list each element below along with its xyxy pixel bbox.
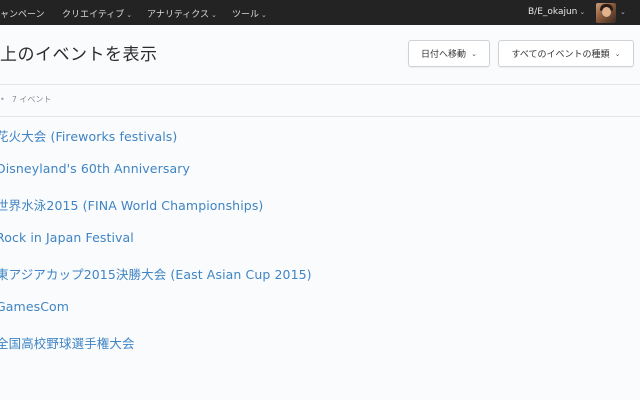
avatar-face (602, 7, 611, 17)
event-link-fina[interactable]: 世界水泳2015 (FINA World Championships) (0, 195, 636, 230)
chevron-down-icon: ⌄ (211, 11, 217, 19)
go-to-date-button[interactable]: 日付へ移動 ⌄ (408, 40, 490, 67)
event-link-rock-in-japan[interactable]: Rock in Japan Festival (0, 230, 636, 265)
chevron-down-icon: ⌄ (471, 49, 477, 58)
avatar[interactable] (596, 3, 616, 23)
page-title: 上のイベントを表示 (0, 45, 158, 65)
nav-item-label: アナリティクス (147, 10, 210, 20)
nav-item-label: ャンペーン (0, 10, 45, 20)
event-link-disneyland[interactable]: Disneyland's 60th Anniversary (0, 161, 636, 196)
list-divider (0, 116, 640, 117)
event-count-row: • 7 イベント (0, 94, 51, 105)
nav-item-tools[interactable]: ツール ⌄ (232, 7, 267, 20)
chevron-down-icon: ⌄ (579, 8, 586, 16)
account-menu[interactable]: B/E_okajun ⌄ (528, 7, 585, 17)
event-count: 7 イベント (11, 95, 52, 104)
go-to-date-label: 日付へ移動 (421, 50, 467, 60)
event-link-koshien[interactable]: 全国高校野球選手権大会 (0, 333, 636, 368)
nav-item-analytics[interactable]: アナリティクス ⌄ (147, 7, 217, 20)
event-type-filter-label: すべてのイベントの種類 (511, 50, 610, 60)
event-link-fireworks[interactable]: 花火大会 (Fireworks festivals) (0, 126, 636, 161)
event-type-filter-button[interactable]: すべてのイベントの種類 ⌄ (498, 40, 634, 67)
chevron-down-icon[interactable]: ⌄ (620, 8, 626, 16)
chevron-down-icon: ⌄ (261, 11, 267, 19)
account-name: B/E_okajun (528, 7, 578, 17)
top-navigation-bar: ャンペーン クリエイティブ ⌄ アナリティクス ⌄ ツール ⌄ B/E_okajun ⌄… (0, 0, 640, 25)
chevron-down-icon: ⌄ (614, 49, 621, 58)
event-link-east-asian-cup[interactable]: 東アジアカップ2015決勝大会 (East Asian Cup 2015) (0, 264, 636, 299)
nav-item-label: クリエイティブ (62, 10, 125, 20)
nav-item-label: ツール (232, 10, 260, 20)
header-divider (0, 84, 640, 85)
bullet-icon: • (0, 95, 5, 104)
chevron-down-icon: ⌄ (126, 11, 133, 19)
event-list: 花火大会 (Fireworks festivals) Disneyland's … (0, 126, 636, 368)
nav-item-campaigns[interactable]: ャンペーン (0, 7, 45, 20)
event-link-gamescom[interactable]: GamesCom (0, 299, 636, 334)
nav-item-creative[interactable]: クリエイティブ ⌄ (62, 7, 132, 20)
